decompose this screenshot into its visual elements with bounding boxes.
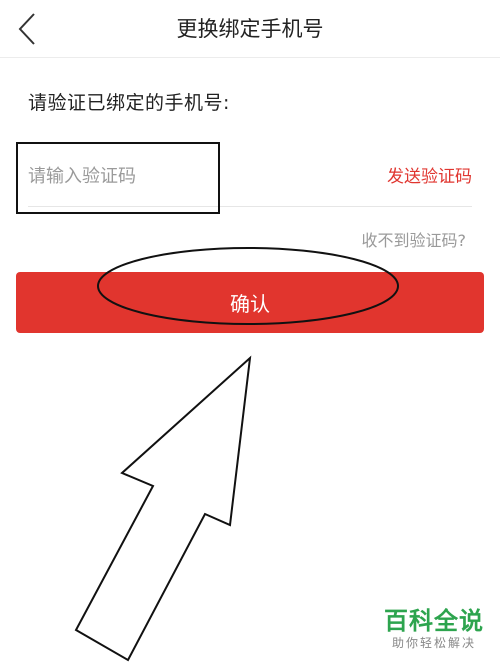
watermark-logo: 百科全说 助你轻松解决 <box>384 607 484 651</box>
instruction-label: 请验证已绑定的手机号: <box>28 92 230 114</box>
verification-code-input[interactable] <box>28 155 208 197</box>
watermark-title: 百科全说 <box>384 607 484 635</box>
page-title: 更换绑定手机号 <box>176 17 324 41</box>
input-underline <box>28 206 472 207</box>
watermark-subtitle: 助你轻松解决 <box>391 636 476 650</box>
send-code-button[interactable]: 发送验证码 <box>387 162 472 187</box>
confirm-button[interactable]: 确认 <box>16 272 484 333</box>
header: 更换绑定手机号 <box>0 0 500 58</box>
no-code-link[interactable]: 收不到验证码? <box>362 227 467 251</box>
annotation-arrow <box>74 355 252 662</box>
